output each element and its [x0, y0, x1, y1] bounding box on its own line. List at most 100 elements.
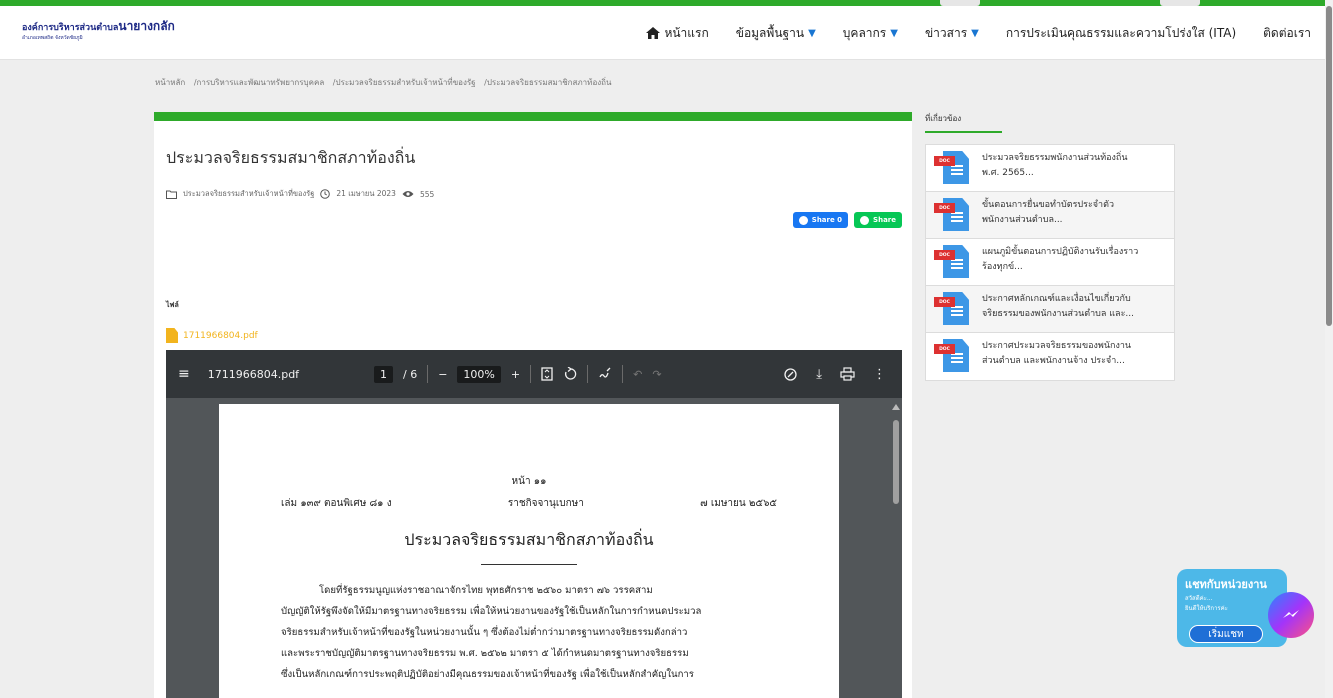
nav-item-personnel[interactable]: บุคลากร ▼: [843, 24, 898, 43]
chat-greeting: สวัสดีค่ะ...: [1185, 595, 1213, 602]
nav-label: การประเมินคุณธรรมและความโปร่งใส (ITA): [1005, 25, 1237, 40]
nav-item-contact[interactable]: ติดต่อเรา: [1263, 24, 1311, 43]
pdf-toolbar: ≡ 1711966804.pdf 1 / 6 − 100% + ↶ ↷ ⤓ ⋮: [166, 350, 902, 398]
chat-title: แชทกับหน่วยงาน: [1185, 578, 1267, 591]
nav-label: หน้าแรก: [664, 25, 709, 40]
scroll-up-icon[interactable]: [892, 404, 900, 410]
caret-down-icon: ▼: [808, 27, 816, 39]
start-chat-button[interactable]: เริ่มแชท: [1189, 625, 1263, 643]
caret-down-icon: ▼: [890, 27, 898, 39]
body-line: โดยที่รัฐธรรมนูญแห่งราชอาณาจักรไทย พุทธศ…: [319, 585, 653, 596]
article-date: 21 เมษายน 2023: [336, 189, 396, 198]
nav-label: ข้อมูลพื้นฐาน: [735, 25, 805, 40]
breadcrumb-ethics[interactable]: /ประมวลจริยธรรมสำหรับเจ้าหน้าที่ของรัฐ: [333, 78, 476, 87]
caret-down-icon: ▼: [971, 27, 979, 39]
brand-name: นายางกลัก: [118, 19, 175, 33]
main-nav: หน้าแรก ข้อมูลพื้นฐาน ▼ บุคลากร ▼ ข่าวสา…: [646, 6, 1311, 60]
related-item-text: ประกาศประมวลจริยธรรมของพนักงาน ส่วนตำบล แ…: [982, 341, 1132, 366]
undo-icon[interactable]: ↶: [633, 368, 642, 381]
article-meta: ประมวลจริยธรรมสำหรับเจ้าหน้าที่ของรัฐ 21…: [166, 188, 434, 200]
site-header: องค์การบริหารส่วนตำบลนายางกลัก อำเภอเทพส…: [0, 6, 1333, 60]
share-buttons: Share 0 Share: [792, 212, 902, 228]
pdf-viewer: ≡ 1711966804.pdf 1 / 6 − 100% + ↶ ↷ ⤓ ⋮ …: [166, 350, 902, 698]
pdf-canvas: หน้า ๑๑ เล่ม ๑๓๙ ตอนพิเศษ ๘๑ ง ราชกิจจาน…: [166, 398, 902, 698]
article-title: ประมวลจริยธรรมสมาชิกสภาท้องถิ่น: [166, 148, 416, 167]
messenger-bolt-icon: [1283, 610, 1299, 618]
file-download-link[interactable]: 1711966804.pdf: [166, 328, 258, 343]
toolbar-divider: [427, 365, 429, 383]
doc-file-icon: DOC: [934, 151, 970, 184]
fit-page-icon[interactable]: [541, 367, 553, 381]
facebook-share-button[interactable]: Share 0: [792, 212, 849, 228]
site-logo[interactable]: องค์การบริหารส่วนตำบลนายางกลัก อำเภอเทพส…: [22, 20, 175, 41]
related-heading-underline: [925, 131, 1002, 133]
nav-item-home[interactable]: หน้าแรก: [646, 24, 709, 43]
body-line: ซึ่งเป็นหลักเกณฑ์การประพฤติปฏิบัติอย่างม…: [281, 669, 694, 680]
page-scrollbar[interactable]: [1325, 0, 1333, 698]
breadcrumb-current: /ประมวลจริยธรรมสมาชิกสภาท้องถิ่น: [484, 78, 612, 87]
line-share-button[interactable]: Share: [854, 212, 902, 228]
more-options-icon[interactable]: ⋮: [873, 367, 886, 382]
breadcrumb: หน้าหลัก /การบริหารและพัฒนาทรัพยากรบุคคล…: [155, 76, 617, 89]
breadcrumb-home[interactable]: หน้าหลัก: [155, 78, 185, 87]
line-icon: [860, 215, 870, 225]
article-card: ประมวลจริยธรรมสมาชิกสภาท้องถิ่น ประมวลจร…: [154, 112, 912, 698]
toolbar-divider: [587, 365, 589, 383]
nav-item-basic-info[interactable]: ข้อมูลพื้นฐาน ▼: [736, 24, 816, 43]
file-icon: [166, 328, 178, 343]
nav-item-ita[interactable]: การประเมินคุณธรรมและความโปร่งใส (ITA): [1006, 24, 1236, 43]
pdf-file-name: 1711966804.pdf: [207, 367, 300, 381]
menu-icon[interactable]: ≡: [178, 366, 190, 382]
gazette-header: เล่ม ๑๓๙ ตอนพิเศษ ๘๑ ง ราชกิจจานุเบกษา ๗…: [281, 496, 777, 511]
eye-icon: [402, 191, 414, 197]
brand-prefix: องค์การบริหารส่วนตำบล: [22, 23, 119, 33]
doc-file-icon: DOC: [934, 245, 970, 278]
related-item[interactable]: DOC ประมวลจริยธรรมพนักงานส่วนท้องถิ่น พ.ศ…: [926, 145, 1174, 192]
pdf-actions: ⤓ ⋮: [783, 350, 886, 398]
gazette-volume: เล่ม ๑๓๙ ตอนพิเศษ ๘๑ ง: [281, 498, 392, 509]
download-icon[interactable]: ⤓: [816, 367, 822, 382]
file-link-name: 1711966804.pdf: [183, 330, 258, 341]
home-icon: [646, 27, 661, 39]
rotate-icon[interactable]: [563, 367, 577, 381]
related-item[interactable]: DOC ขั้นตอนการยื่นขอทำบัตรประจำตัว พนักงา…: [926, 192, 1174, 239]
line-share-label: Share: [873, 216, 896, 224]
related-item[interactable]: DOC ประกาศหลักเกณฑ์และเงื่อนไขเกี่ยวกับจ…: [926, 286, 1174, 333]
doc-file-icon: DOC: [934, 198, 970, 231]
facebook-share-label: Share 0: [811, 216, 843, 224]
article-accent-bar: [154, 112, 912, 121]
facebook-icon: [798, 215, 808, 225]
page-number-input[interactable]: 1: [374, 365, 393, 383]
related-item[interactable]: DOC ประกาศประมวลจริยธรรมของพนักงาน ส่วนตำ…: [926, 333, 1174, 380]
doc-file-icon: DOC: [934, 339, 970, 372]
related-item-text: ประกาศหลักเกณฑ์และเงื่อนไขเกี่ยวกับ จริยธ…: [982, 294, 1134, 319]
body-line: จริยธรรมสำหรับเจ้าหน้าที่ของรัฐในหน่วยงา…: [281, 627, 688, 638]
title-rule: [481, 564, 577, 565]
draw-icon[interactable]: [783, 367, 798, 382]
body-line: และพระราชบัญญัติมาตรฐานทางจริยธรรม พ.ศ. …: [281, 648, 689, 659]
related-item-text: ประมวลจริยธรรมพนักงานส่วนท้องถิ่น พ.ศ. 25…: [982, 153, 1128, 178]
breadcrumb-hr[interactable]: /การบริหารและพัฒนาทรัพยากรบุคคล: [194, 78, 324, 87]
nav-label: ติดต่อเรา: [1263, 25, 1311, 40]
article-category[interactable]: ประมวลจริยธรรมสำหรับเจ้าหน้าที่ของรัฐ: [183, 188, 314, 200]
pdf-body-text: โดยที่รัฐธรรมนูญแห่งราชอาณาจักรไทย พุทธศ…: [281, 580, 779, 685]
pdf-document-title: ประมวลจริยธรรมสมาชิกสภาท้องถิ่น: [404, 530, 654, 549]
related-item-text: ขั้นตอนการยื่นขอทำบัตรประจำตัว พนักงานส่ว…: [982, 200, 1115, 225]
toolbar-divider: [530, 365, 532, 383]
zoom-level-input[interactable]: 100%: [457, 365, 501, 383]
related-item[interactable]: DOC แผนภูมิขั้นตอนการปฏิบัติงานรับเรื่อง…: [926, 239, 1174, 286]
zoom-in-icon[interactable]: +: [511, 368, 520, 381]
pdf-page-number: หน้า ๑๑: [511, 476, 547, 487]
chat-widget[interactable]: แชทกับหน่วยงาน สวัสดีค่ะ... ยินดีให้บริก…: [1172, 568, 1317, 656]
nav-item-news[interactable]: ข่าวสาร ▼: [925, 24, 979, 43]
annotate-icon[interactable]: [598, 367, 612, 381]
pdf-scrollbar[interactable]: [892, 404, 900, 694]
messenger-icon[interactable]: [1268, 592, 1314, 638]
scrollbar-thumb[interactable]: [893, 420, 899, 504]
page-total: / 6: [403, 367, 418, 381]
page-scrollbar-thumb[interactable]: [1326, 6, 1332, 326]
zoom-out-icon[interactable]: −: [438, 368, 447, 381]
redo-icon[interactable]: ↷: [652, 368, 661, 381]
article-views: 555: [419, 189, 435, 199]
print-icon[interactable]: [840, 367, 855, 381]
